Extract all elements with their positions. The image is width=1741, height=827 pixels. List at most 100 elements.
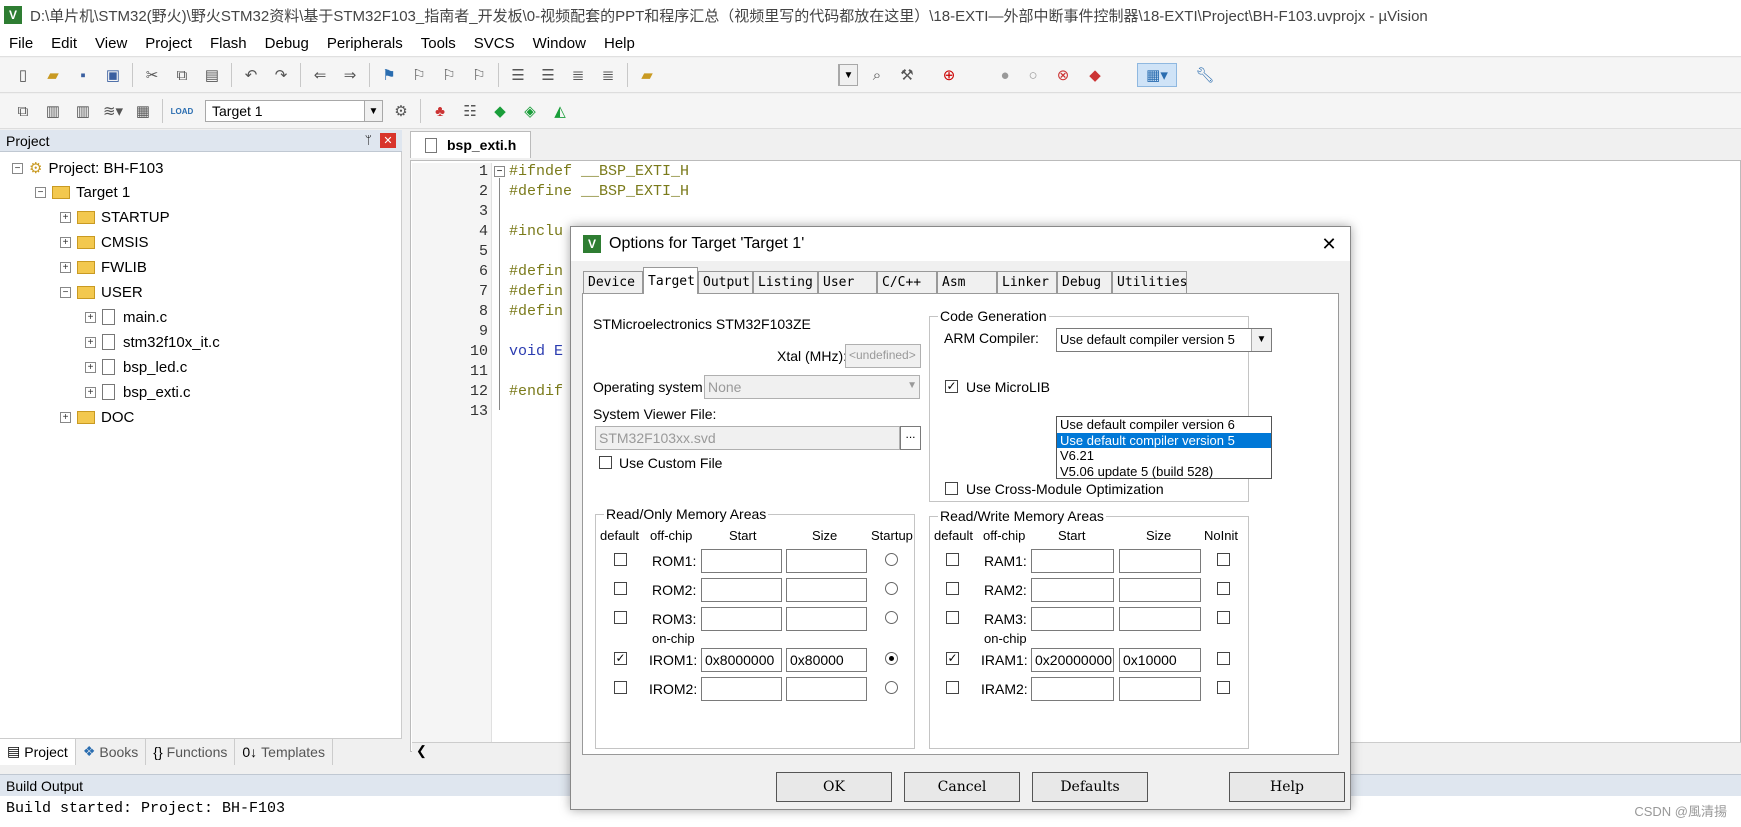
stop-build-icon[interactable]: ▦ (131, 99, 155, 123)
tab-target[interactable]: Target (643, 267, 698, 294)
tab-debug[interactable]: Debug (1057, 271, 1112, 293)
collapse-icon[interactable]: − (12, 162, 23, 174)
tree-file-led[interactable]: + bsp_led.c (85, 357, 187, 377)
scroll-left-icon[interactable]: ❮ (416, 743, 427, 759)
rom2-startup-radio[interactable] (885, 582, 898, 595)
copy-icon[interactable]: ⧉ (170, 63, 194, 87)
menu-help[interactable]: Help (595, 35, 644, 52)
ram3-default-checkbox[interactable] (946, 611, 959, 624)
tab-linker[interactable]: Linker (997, 271, 1057, 293)
irom2-size-input[interactable] (786, 677, 867, 701)
tree-file-main[interactable]: + main.c (85, 307, 167, 327)
tab-user[interactable]: User (818, 271, 877, 293)
irom2-default-checkbox[interactable] (614, 681, 627, 694)
indent-icon[interactable]: ☰ (506, 63, 530, 87)
tree-project-root[interactable]: − ⚙ Project: BH-F103 (12, 158, 164, 178)
menu-svcs[interactable]: SVCS (465, 35, 524, 52)
find-combo[interactable]: ▼ (838, 64, 858, 86)
menu-tools[interactable]: Tools (412, 35, 465, 52)
tab-device[interactable]: Device (583, 271, 643, 293)
ok-button[interactable]: OK (776, 772, 892, 802)
tree-group-doc[interactable]: + DOC (60, 407, 134, 427)
ram1-size-input[interactable] (1119, 549, 1201, 573)
cross-module-checkbox[interactable] (945, 482, 958, 495)
select-packs-icon[interactable]: ◭ (548, 99, 572, 123)
new-file-icon[interactable]: ▯ (11, 63, 35, 87)
download-icon[interactable]: LOAD (170, 99, 194, 123)
menu-window[interactable]: Window (524, 35, 595, 52)
cancel-button[interactable]: Cancel (904, 772, 1020, 802)
comment-icon[interactable]: ≣ (566, 63, 590, 87)
iram1-noinit-checkbox[interactable] (1217, 652, 1230, 665)
save-icon[interactable]: ▪ (71, 63, 95, 87)
irom2-start-input[interactable] (701, 677, 782, 701)
ram3-noinit-checkbox[interactable] (1217, 611, 1230, 624)
expand-icon[interactable]: + (85, 361, 96, 373)
arm-compiler-select[interactable]: Use default compiler version 5 ▼ (1056, 328, 1272, 352)
rom2-default-checkbox[interactable] (614, 582, 627, 595)
batch-build-icon[interactable]: ≋▾ (101, 99, 125, 123)
ram2-default-checkbox[interactable] (946, 582, 959, 595)
dialog-close-icon[interactable]: ✕ (1316, 231, 1342, 257)
incremental-find-icon[interactable]: ⚒ (895, 63, 919, 87)
ram1-default-checkbox[interactable] (946, 553, 959, 566)
debug-session-icon[interactable]: ⊕ (937, 63, 961, 87)
tab-templates[interactable]: 0↓ Templates (235, 738, 333, 765)
irom1-default-checkbox[interactable]: ✓ (614, 652, 627, 665)
compiler-option[interactable]: V5.06 update 5 (build 528) (1057, 464, 1271, 480)
ram1-noinit-checkbox[interactable] (1217, 553, 1230, 566)
tab-asm[interactable]: Asm (937, 271, 997, 293)
translate-icon[interactable]: ⧉ (11, 99, 35, 123)
tree-group-user[interactable]: − USER (60, 282, 143, 302)
find-in-files-icon[interactable]: ▰ (635, 63, 659, 87)
expand-icon[interactable]: + (85, 386, 96, 398)
pack-installer-icon[interactable]: ◈ (518, 99, 542, 123)
tree-group-startup[interactable]: + STARTUP (60, 207, 170, 227)
expand-icon[interactable]: + (60, 211, 71, 223)
expand-icon[interactable]: + (60, 236, 71, 248)
iram2-noinit-checkbox[interactable] (1217, 681, 1230, 694)
help-button[interactable]: Help (1229, 772, 1345, 802)
close-icon[interactable]: ✕ (380, 133, 396, 148)
expand-icon[interactable]: + (60, 411, 71, 423)
rom1-size-input[interactable] (786, 549, 867, 573)
tree-group-cmsis[interactable]: + CMSIS (60, 232, 149, 252)
tree-group-fwlib[interactable]: + FWLIB (60, 257, 147, 277)
irom1-startup-radio[interactable] (885, 652, 898, 665)
rom3-startup-radio[interactable] (885, 611, 898, 624)
tab-functions[interactable]: {} Functions (146, 738, 236, 765)
tab-cpp[interactable]: C/C++ (877, 271, 937, 293)
menu-view[interactable]: View (86, 35, 136, 52)
disable-breakpoint-icon[interactable]: ○ (1021, 63, 1045, 87)
menu-file[interactable]: File (0, 35, 42, 52)
svf-input[interactable]: STM32F103xx.svd (595, 426, 900, 450)
rom2-size-input[interactable] (786, 578, 867, 602)
build-icon[interactable]: ▥ (41, 99, 65, 123)
ram2-size-input[interactable] (1119, 578, 1201, 602)
defaults-button[interactable]: Defaults (1032, 772, 1148, 802)
compiler-option-selected[interactable]: Use default compiler version 5 (1057, 432, 1271, 448)
pin-icon[interactable]: ᛘ (365, 133, 372, 147)
custom-file-checkbox[interactable] (599, 456, 612, 469)
collapse-icon[interactable]: − (35, 186, 46, 198)
irom2-startup-radio[interactable] (885, 681, 898, 694)
iram1-start-input[interactable]: 0x20000000 (1031, 648, 1114, 672)
cut-icon[interactable]: ✂ (140, 63, 164, 87)
tab-listing[interactable]: Listing (753, 271, 818, 293)
menu-flash[interactable]: Flash (201, 35, 256, 52)
expand-icon[interactable]: + (85, 336, 96, 348)
rom3-start-input[interactable] (701, 607, 782, 631)
uncomment-icon[interactable]: ≣ (596, 63, 620, 87)
rom3-size-input[interactable] (786, 607, 867, 631)
expand-icon[interactable]: + (60, 261, 71, 273)
compiler-option[interactable]: Use default compiler version 6 (1057, 417, 1271, 433)
irom1-size-input[interactable]: 0x80000 (786, 648, 867, 672)
editor-tab-bsp-exti-h[interactable]: bsp_exti.h (410, 131, 532, 158)
save-all-icon[interactable]: ▣ (101, 63, 125, 87)
ram3-size-input[interactable] (1119, 607, 1201, 631)
component-icon[interactable]: ☷ (458, 99, 482, 123)
menu-peripherals[interactable]: Peripherals (318, 35, 412, 52)
find-icon[interactable]: ⌕ (865, 63, 889, 87)
ram3-start-input[interactable] (1031, 607, 1114, 631)
xtal-input[interactable]: <undefined> (845, 344, 921, 368)
